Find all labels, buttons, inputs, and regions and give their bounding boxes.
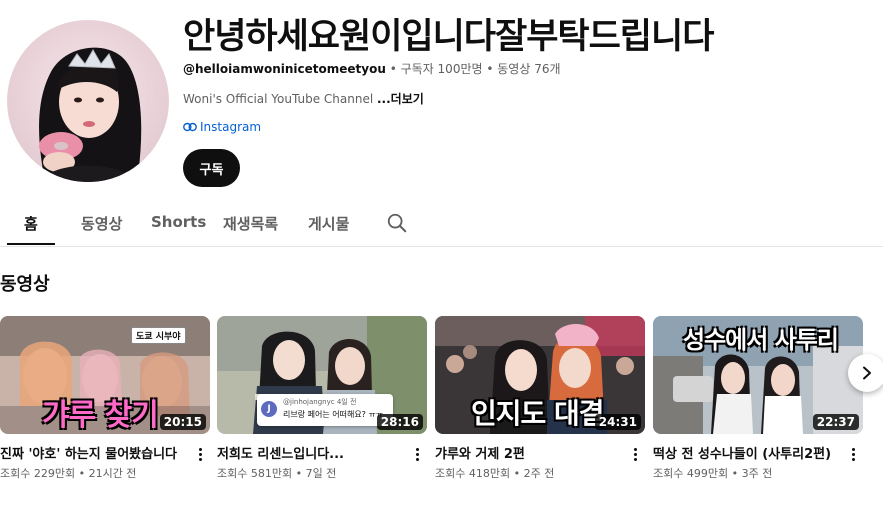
video-card[interactable]: 성수에서 사투리 22:37 떡상 전 성수나들이 (사투리2편) 조회수 49…	[653, 316, 863, 480]
comment-text: 리브랑 페어는 어떠해요? ㅠㅠ	[283, 410, 384, 419]
comment-time: 4일 전	[336, 398, 357, 406]
video-meta: 조회수 229만회 • 21시간 전	[0, 467, 137, 480]
section-title: 동영상	[0, 274, 50, 295]
subscriber-count: 구독자 100만명	[400, 62, 483, 76]
tab-playlists[interactable]: 재생목록	[223, 213, 278, 234]
channel-avatar	[7, 20, 169, 182]
search-icon[interactable]	[386, 212, 408, 234]
comment-header: @jinhojangnyc 4일 전	[283, 397, 356, 407]
video-thumbnail[interactable]: 성수에서 사투리 22:37	[653, 316, 863, 434]
more-vert-icon[interactable]	[196, 446, 204, 464]
more-vert-icon[interactable]	[849, 446, 857, 464]
instagram-link[interactable]: Instagram	[183, 120, 261, 134]
tab-posts[interactable]: 게시물	[308, 213, 349, 234]
channel-description[interactable]: Woni's Official YouTube Channel ...더보기	[183, 90, 424, 107]
more-vert-icon[interactable]	[631, 446, 639, 464]
active-tab-indicator	[7, 243, 55, 245]
more-vert-icon[interactable]	[413, 446, 421, 464]
chevron-right-icon	[863, 366, 871, 380]
video-count: 동영상 76개	[497, 62, 561, 76]
video-duration: 28:16	[376, 414, 423, 430]
channel-name: 안녕하세요원이입니다잘부탁드립니다	[183, 17, 714, 57]
video-card[interactable]: 도쿄 시부야 갸루 찾기 20:15 진짜 '야호' 하는지 물어봤습니다 조회…	[0, 316, 210, 480]
tab-shorts[interactable]: Shorts	[151, 213, 206, 231]
video-duration: 20:15	[159, 414, 206, 430]
tab-home[interactable]: 홈	[24, 213, 38, 234]
avatar-image	[37, 47, 142, 182]
carousel-next-button[interactable]	[848, 354, 883, 392]
channel-tabs: 홈 동영상 Shorts 재생목록 게시물	[0, 198, 883, 247]
video-title[interactable]: 떡상 전 성수나들이 (사투리2편)	[653, 443, 845, 462]
video-meta: 조회수 581만회 • 7일 전	[217, 467, 337, 480]
description-text: Woni's Official YouTube Channel	[183, 92, 374, 106]
video-thumbnail[interactable]: 도쿄 시부야 갸루 찾기 20:15	[0, 316, 210, 434]
comment-user: @jinhojangnyc	[283, 398, 335, 406]
thumbnail-tag: 도쿄 시부야	[131, 327, 186, 344]
video-thumbnail[interactable]: J @jinhojangnyc 4일 전 리브랑 페어는 어떠해요? ㅠㅠ 28…	[217, 316, 427, 434]
link-icon	[183, 122, 197, 132]
video-title[interactable]: 저희도 리센느입니다...	[217, 443, 409, 462]
thumbnail-caption: 갸루 찾기	[42, 398, 159, 433]
comment-overlay: J @jinhojangnyc 4일 전 리브랑 페어는 어떠해요? ㅠㅠ	[257, 394, 393, 426]
more-link[interactable]: ...더보기	[377, 92, 424, 106]
channel-meta: @helloiamwoninicetomeetyou • 구독자 100만명 •…	[183, 60, 561, 77]
instagram-link-label: Instagram	[200, 120, 262, 134]
tab-videos[interactable]: 동영상	[81, 213, 122, 234]
thumbnail-caption: 성수에서 사투리	[683, 326, 839, 354]
video-meta: 조회수 499만회 • 3주 전	[653, 467, 773, 480]
video-title[interactable]: 갸루와 거제 2편	[435, 443, 627, 462]
video-duration: 24:31	[594, 414, 641, 430]
meta-separator: •	[486, 62, 494, 76]
video-card[interactable]: 인지도 대결 24:31 갸루와 거제 2편 조회수 418만회 • 2주 전	[435, 316, 645, 480]
meta-separator: •	[389, 62, 397, 76]
video-title[interactable]: 진짜 '야호' 하는지 물어봤습니다	[0, 443, 192, 462]
video-card[interactable]: J @jinhojangnyc 4일 전 리브랑 페어는 어떠해요? ㅠㅠ 28…	[217, 316, 427, 480]
channel-handle[interactable]: @helloiamwoninicetomeetyou	[183, 62, 386, 76]
video-duration: 22:37	[812, 414, 859, 430]
subscribe-button[interactable]: 구독	[183, 149, 240, 187]
video-thumbnail[interactable]: 인지도 대결 24:31	[435, 316, 645, 434]
video-meta: 조회수 418만회 • 2주 전	[435, 467, 555, 480]
comment-avatar: J	[261, 401, 277, 417]
thumbnail-caption: 인지도 대결	[471, 397, 605, 430]
